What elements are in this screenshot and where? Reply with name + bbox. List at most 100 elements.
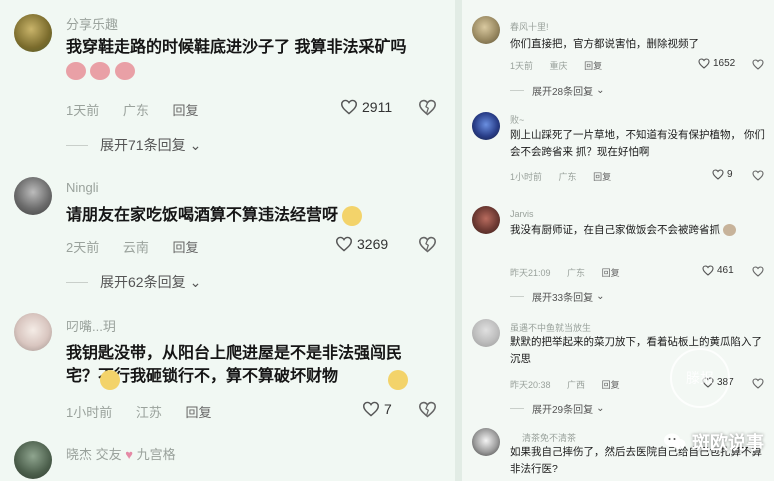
dislike-icon[interactable] xyxy=(418,236,437,253)
dislike-icon[interactable] xyxy=(752,378,764,389)
comment-item: 春风十里! 你们直接把，官方都说害怕，删除视频了 1天前 重庆 回复 1652 … xyxy=(462,0,774,100)
heart-icon xyxy=(698,58,710,69)
divider xyxy=(510,296,524,297)
comment-text: 我没有厨师证，在自己家做饭会不会被跨省抓 xyxy=(510,222,765,239)
comment-meta: 1天前 重庆 回复 xyxy=(510,59,616,72)
comment-meta: 1天前 广东 回复 xyxy=(66,100,219,119)
comment-location: 江苏 xyxy=(135,405,162,420)
avatar[interactable] xyxy=(14,441,52,479)
wechat-icon xyxy=(664,433,686,450)
dislike-icon[interactable] xyxy=(418,401,437,418)
like-button[interactable]: 1652 xyxy=(698,58,735,69)
comment-meta: 1小时前 江苏 回复 xyxy=(66,402,232,421)
divider xyxy=(66,144,88,146)
comment-username[interactable]: 分享乐趣 xyxy=(66,14,118,33)
scared-emoji-icon xyxy=(388,370,408,390)
divider xyxy=(510,408,524,409)
heart-icon xyxy=(712,169,724,180)
comment-meta: 昨天20:38 广西 回复 xyxy=(510,378,634,391)
comment-item: 叼嘴...玥 我钥匙没带，从阳台上爬进屋是不是非法强闯民宅？不行我砸锁行不，算不… xyxy=(0,300,455,435)
chevron-down-icon: ⌄ xyxy=(189,273,202,290)
avatar[interactable] xyxy=(472,112,500,140)
comment-username[interactable]: 春风十里! xyxy=(510,20,549,33)
scared-emoji-icon xyxy=(342,205,363,226)
comment-username[interactable]: 败~ xyxy=(510,113,524,126)
avatar[interactable] xyxy=(14,313,52,351)
comment-username[interactable]: 叼嘴...玥 xyxy=(66,316,116,335)
watermark-logo: 滕报 xyxy=(670,348,730,408)
like-button[interactable]: 2911 xyxy=(340,99,392,115)
comment-meta: 2天前 云南 回复 xyxy=(66,237,219,256)
comment-text: 你们直接把，官方都说害怕，删除视频了 xyxy=(510,38,699,50)
comment-username[interactable]: Jarvis xyxy=(510,209,534,219)
expand-replies-button[interactable]: 展开33条回复 ⌄ xyxy=(510,289,605,304)
dislike-icon[interactable] xyxy=(752,266,764,277)
chevron-down-icon: ⌄ xyxy=(596,85,605,96)
expand-replies-button[interactable]: 展开62条回复 ⌄ xyxy=(66,272,201,292)
like-count: 9 xyxy=(727,169,733,180)
reply-button[interactable]: 回复 xyxy=(593,172,611,182)
chevron-down-icon: ⌄ xyxy=(596,291,605,302)
pig-emoji-icon xyxy=(114,61,135,80)
comment-time: 昨天20:38 xyxy=(510,380,551,390)
right-comment-panel: 春风十里! 你们直接把，官方都说害怕，删除视频了 1天前 重庆 回复 1652 … xyxy=(462,0,774,481)
comment-location: 广东 xyxy=(558,172,577,182)
avatar[interactable] xyxy=(472,428,500,456)
comment-item: 晓杰 交友 ♥ 九宫格 xyxy=(0,435,455,481)
comment-text: 刚上山踩死了一片草地，不知道有没有保护植物， 你们会不会跨省来 抓？现在好怕啊 xyxy=(510,129,765,158)
comment-username[interactable]: 清茶免不清茶 xyxy=(522,431,576,444)
dislike-icon[interactable] xyxy=(752,59,764,70)
like-count: 7 xyxy=(384,401,392,417)
comment-username[interactable]: Ningli xyxy=(66,180,99,195)
like-count: 3269 xyxy=(357,236,389,252)
avatar[interactable] xyxy=(14,14,52,52)
reply-button[interactable]: 回复 xyxy=(602,380,620,390)
expand-replies-button[interactable]: 展开71条回复 ⌄ xyxy=(66,135,201,155)
pig-emoji-icon xyxy=(90,61,111,80)
comment-item: 败~ 刚上山踩死了一片草地，不知道有没有保护植物， 你们会不会跨省来 抓？现在好… xyxy=(462,100,774,200)
expand-replies-button[interactable]: 展开29条回复 ⌄ xyxy=(510,401,605,416)
watermark: 斑欧说事 xyxy=(664,429,764,455)
panel-divider xyxy=(455,0,462,481)
like-button[interactable]: 9 xyxy=(712,169,733,180)
avatar[interactable] xyxy=(472,319,500,347)
reply-button[interactable]: 回复 xyxy=(173,103,199,118)
comment-item: Jarvis 我没有厨师证，在自己家做饭会不会被跨省抓 昨天21:09 广东 回… xyxy=(462,200,774,312)
avatar[interactable] xyxy=(472,16,500,44)
like-button[interactable]: 461 xyxy=(702,265,734,276)
heart-icon xyxy=(340,99,358,115)
avatar[interactable] xyxy=(14,177,52,215)
comment-time: 1小时前 xyxy=(510,172,543,182)
comment-username[interactable]: 晓杰 交友 ♥ 九宫格 xyxy=(66,444,176,463)
comment-location: 广西 xyxy=(567,380,586,390)
avatar[interactable] xyxy=(472,206,500,234)
reply-button[interactable]: 回复 xyxy=(186,405,212,420)
reply-button[interactable]: 回复 xyxy=(602,268,620,278)
reply-button[interactable]: 回复 xyxy=(584,61,602,71)
chevron-down-icon: ⌄ xyxy=(189,136,202,153)
left-comment-panel: 分享乐趣 我穿鞋走路的时候鞋底进沙子了 我算非法采矿吗 1天前 广东 回复 29… xyxy=(0,0,455,481)
dog-emoji-icon xyxy=(722,224,736,237)
comment-meta: 昨天21:09 广东 回复 xyxy=(510,266,634,279)
heart-icon xyxy=(362,401,380,417)
dislike-icon[interactable] xyxy=(752,170,764,181)
expand-replies-button[interactable]: 展开28条回复 ⌄ xyxy=(510,83,605,98)
divider xyxy=(66,281,88,283)
comment-location: 广东 xyxy=(567,268,586,278)
dislike-icon[interactable] xyxy=(418,99,437,116)
heart-icon xyxy=(702,265,714,276)
reply-button[interactable]: 回复 xyxy=(173,240,199,255)
like-button[interactable]: 7 xyxy=(362,401,392,417)
comment-username[interactable]: 虽遇不中鱼就当放生 xyxy=(510,321,591,334)
like-count: 461 xyxy=(717,265,734,276)
like-button[interactable]: 3269 xyxy=(335,236,388,252)
comment-time: 2天前 xyxy=(66,240,100,255)
comment-text: 我穿鞋走路的时候鞋底进沙子了 我算非法采矿吗 xyxy=(66,36,426,82)
comment-time: 1天前 xyxy=(66,103,100,118)
heart-icon xyxy=(335,236,353,252)
comment-time: 昨天21:09 xyxy=(510,268,551,278)
pig-emoji-icon xyxy=(66,61,86,80)
chevron-down-icon: ⌄ xyxy=(596,403,605,414)
heart-badge-icon: ♥ xyxy=(125,447,133,462)
comment-location: 重庆 xyxy=(549,61,568,71)
